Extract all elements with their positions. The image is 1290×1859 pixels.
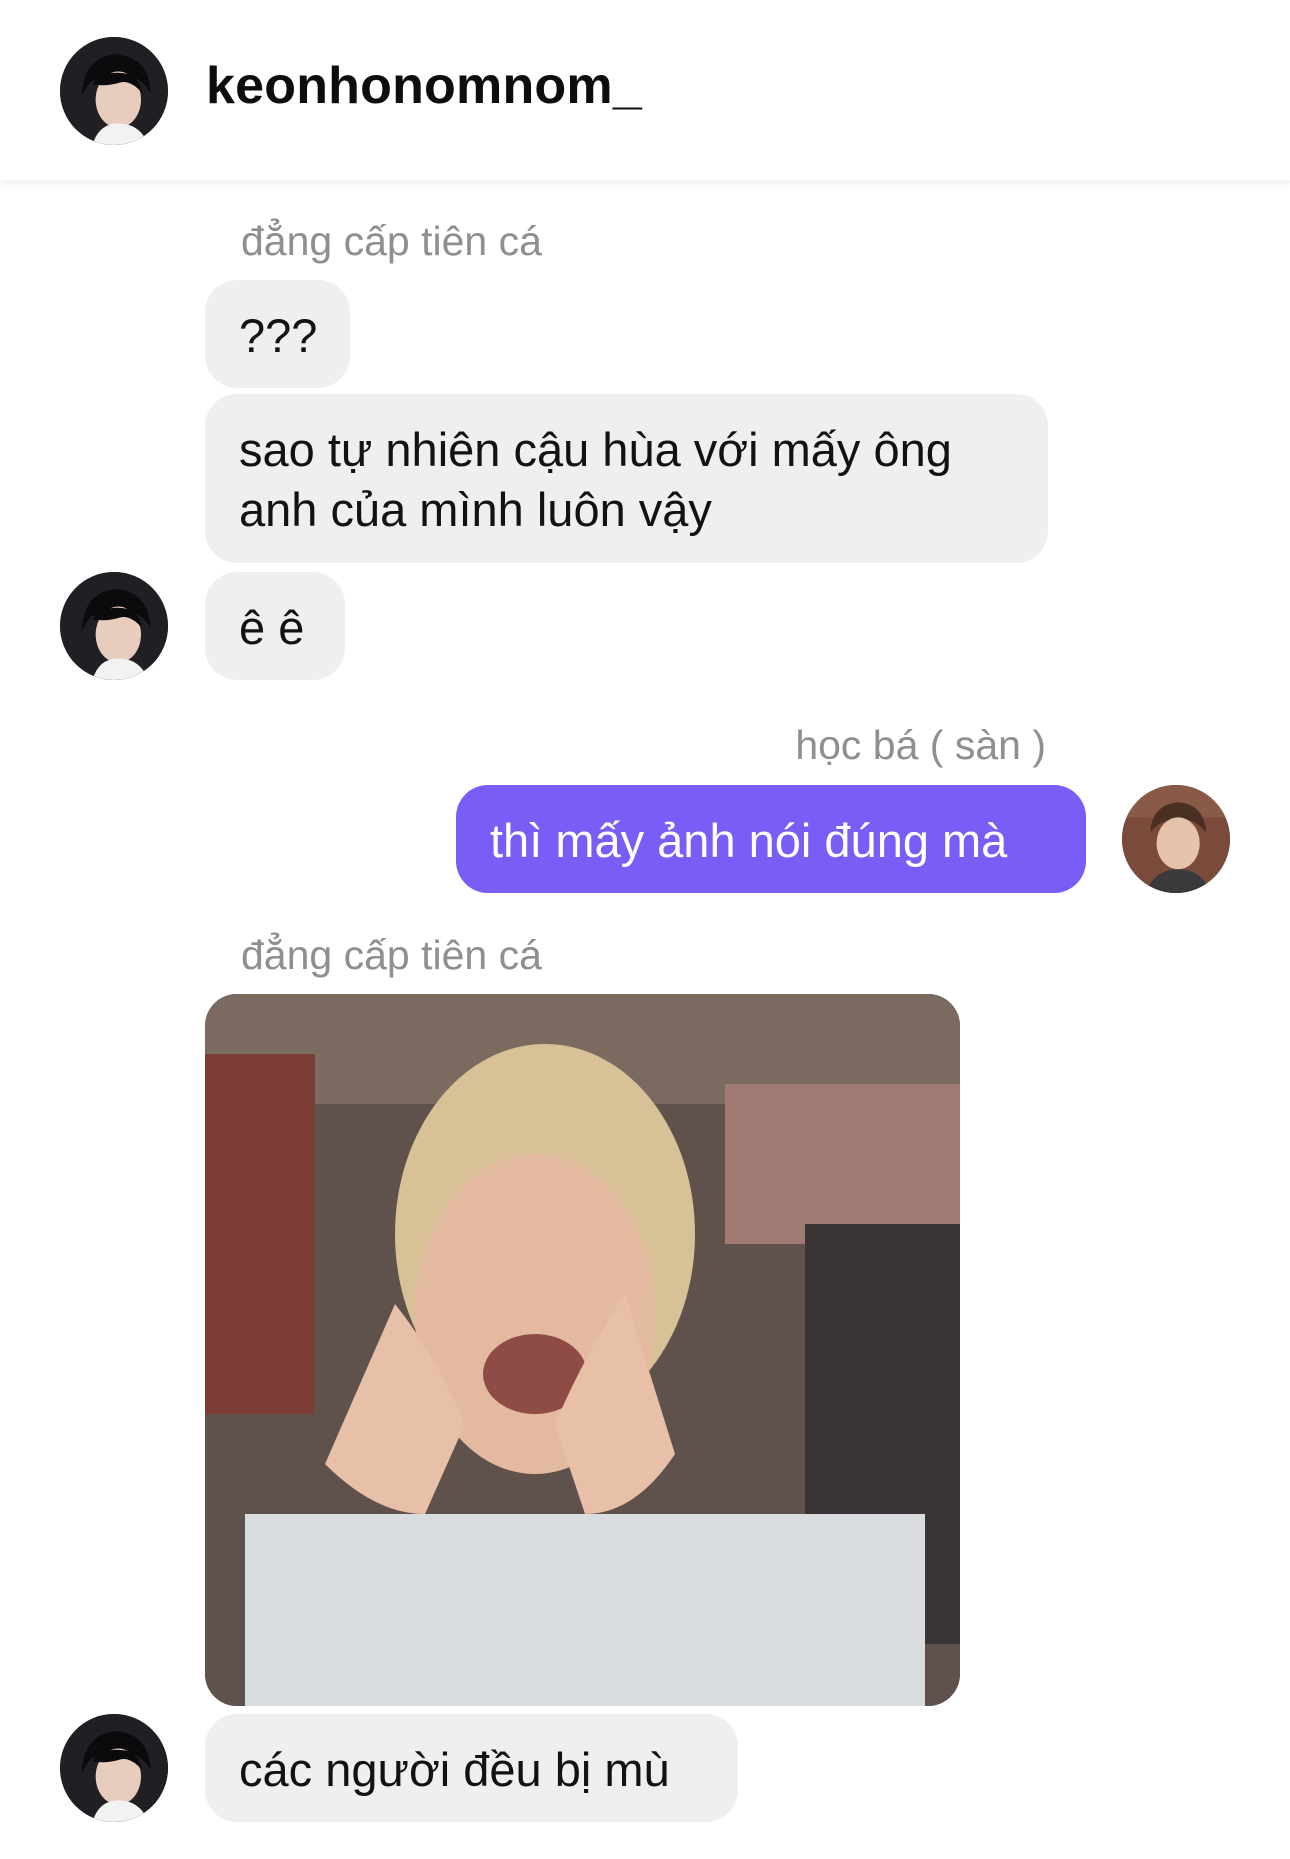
contact-avatar-icon[interactable]	[60, 572, 168, 680]
own-avatar-icon[interactable]	[1122, 785, 1230, 893]
incoming-message-bubble[interactable]: ???	[205, 280, 350, 388]
outgoing-message-bubble[interactable]: thì mấy ảnh nói đúng mà	[456, 785, 1086, 893]
sender-name-label: đẳng cấp tiên cá	[241, 932, 542, 978]
contact-avatar-icon[interactable]	[60, 1714, 168, 1822]
sender-name-label: đẳng cấp tiên cá	[241, 218, 542, 264]
incoming-message-bubble[interactable]: các người đều bị mù	[205, 1714, 738, 1822]
chat-screen: keonhonomnom_ đẳng cấp tiên cá ??? sao t…	[0, 0, 1290, 1859]
photo-icon	[205, 994, 960, 1706]
sender-name-label: học bá ( sàn )	[795, 722, 1046, 768]
incoming-message-bubble[interactable]: sao tự nhiên cậu hùa với mấy ông anh của…	[205, 394, 1048, 563]
image-message[interactable]	[205, 994, 960, 1706]
contact-username[interactable]: keonhonomnom_	[206, 56, 642, 116]
chat-header: keonhonomnom_	[0, 0, 1290, 180]
contact-avatar-icon[interactable]	[60, 37, 168, 145]
incoming-message-bubble[interactable]: ê ê	[205, 572, 345, 680]
